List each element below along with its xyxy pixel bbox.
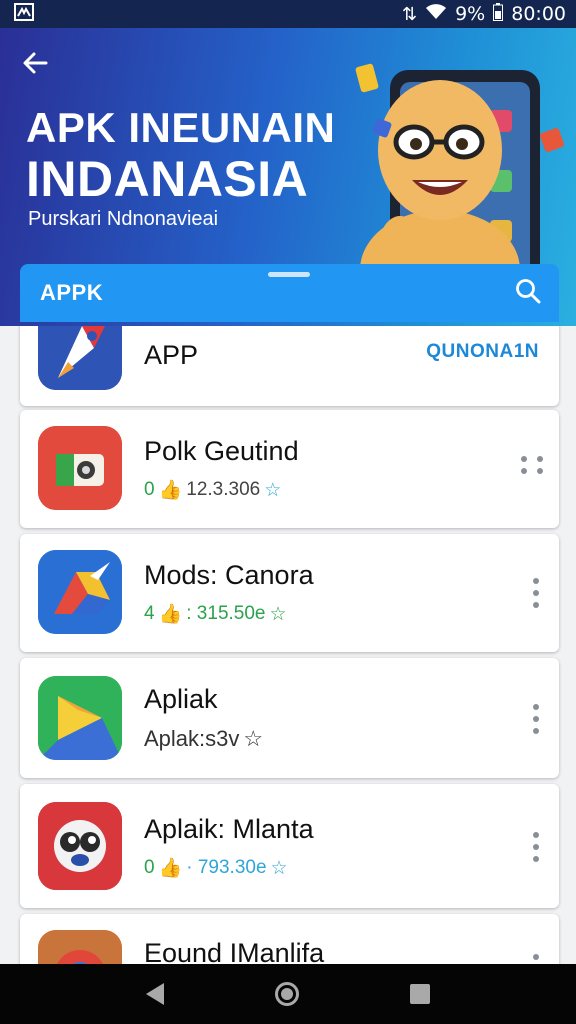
- grid-icon[interactable]: [521, 454, 543, 476]
- list-item[interactable]: Aplaik: Mlanta 0 👍 · 793.30e ☆: [20, 784, 559, 908]
- download-button[interactable]: QUNONA1N: [426, 341, 539, 363]
- status-bar: ⇅ 9% 80:00: [0, 0, 576, 28]
- camera-icon: [38, 426, 122, 510]
- rating-prefix: 4: [144, 603, 155, 624]
- app-name: Eound IManlifa: [144, 938, 325, 964]
- more-vertical-icon[interactable]: [531, 832, 541, 862]
- drag-handle[interactable]: [268, 272, 310, 277]
- app-meta: 0 👍 12.3.306 ☆: [144, 478, 281, 502]
- app-stats: 12.3.306: [186, 479, 261, 500]
- list-item[interactable]: Polk Geutind 0 👍 12.3.306 ☆: [20, 410, 559, 528]
- app-meta: Aplak:s3v ☆: [144, 726, 263, 752]
- app-icon: [38, 326, 122, 390]
- app-icon: [38, 676, 122, 760]
- battery-icon: [493, 2, 504, 26]
- app-icon: [38, 426, 122, 510]
- list-item[interactable]: Apliak Aplak:s3v ☆: [20, 658, 559, 778]
- rating-prefix: 0: [144, 479, 155, 500]
- arrow-left-icon: [23, 52, 48, 74]
- list-item[interactable]: APP QUNONA1N: [20, 326, 559, 406]
- more-vertical-icon[interactable]: [531, 578, 541, 608]
- app-stats: : 315.50e: [186, 603, 266, 624]
- star-icon: ☆: [264, 479, 282, 501]
- rocket-icon: [38, 326, 122, 390]
- app-name: Polk Geutind: [144, 436, 299, 466]
- star-icon: ☆: [243, 726, 264, 751]
- app-name: Apliak: [144, 684, 218, 714]
- thumbs-up-icon: 👍: [158, 604, 183, 625]
- app-meta: 0 👍 · 793.30e ☆: [144, 856, 288, 880]
- hero-title-line1: APK INEUNAIN: [26, 104, 336, 151]
- app-stats: Aplak:s3v: [144, 726, 240, 751]
- app-list: APP QUNONA1N Polk Geutind 0 👍 12.3.306 ☆: [0, 326, 576, 964]
- thumbs-up-icon: 👍: [158, 480, 183, 501]
- play-icon: [38, 676, 122, 760]
- drive-icon: [38, 550, 122, 634]
- more-vertical-icon[interactable]: [531, 954, 541, 964]
- nav-home-icon[interactable]: [274, 982, 299, 1006]
- search-button[interactable]: [515, 278, 541, 309]
- star-icon: ☆: [270, 857, 288, 879]
- battery-level: 9%: [455, 3, 486, 25]
- search-bar-label: APPK: [40, 280, 104, 305]
- app-icon: [38, 802, 122, 890]
- app-icon: [38, 930, 122, 964]
- character-icon: [38, 802, 122, 890]
- thumbs-up-icon: 👍: [158, 858, 183, 879]
- app-name: Aplaik: Mlanta: [144, 814, 314, 844]
- browser-icon: [38, 930, 122, 964]
- more-vertical-icon[interactable]: [531, 704, 541, 734]
- hero-title-line2: INDANASIA: [26, 151, 309, 207]
- clock: 80:00: [511, 3, 566, 25]
- app-meta: 4 👍 : 315.50e ☆: [144, 602, 287, 626]
- wifi-icon: [425, 3, 447, 25]
- search-bar[interactable]: APPK: [20, 264, 559, 322]
- app-name: APP: [144, 340, 199, 370]
- star-icon: ☆: [269, 603, 287, 625]
- navigation-bar: [0, 964, 576, 1024]
- notification-icon: [14, 2, 34, 26]
- nav-recents-icon[interactable]: [410, 984, 431, 1004]
- rating-prefix: 0: [144, 857, 155, 878]
- list-item[interactable]: Eound IManlifa: [20, 914, 559, 964]
- search-icon: [516, 278, 541, 303]
- app-icon: [38, 550, 122, 634]
- mascot-illustration: [355, 63, 564, 300]
- app-name: Mods: Canora: [144, 560, 314, 590]
- status-indicators: ⇅ 9% 80:00: [401, 2, 566, 26]
- list-item[interactable]: Mods: Canora 4 👍 : 315.50e ☆: [20, 534, 559, 652]
- app-stats: · 793.30e: [186, 857, 267, 878]
- hero-subtitle: Purskari Ndnonavieai: [28, 208, 219, 230]
- vibrate-icon: ⇅: [401, 3, 418, 25]
- hero-title: APK INEUNAIN INDANASIA: [26, 104, 335, 206]
- back-button[interactable]: [20, 48, 60, 88]
- nav-back-icon[interactable]: [145, 983, 164, 1005]
